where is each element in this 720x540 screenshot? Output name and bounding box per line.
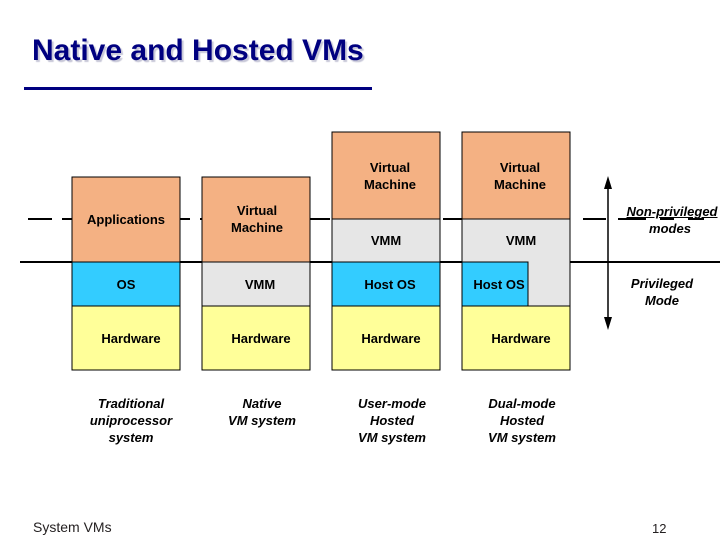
label-virtual-machine: Virtual Machine	[230, 203, 283, 235]
label-virtual-machine: Virtual Machine	[493, 160, 546, 192]
caption-dual-mode-hosted: Dual-mode Hosted VM system	[488, 396, 556, 445]
non-privileged-modes-label-line2: modes	[649, 221, 691, 236]
caption-native: Native VM system	[228, 396, 296, 428]
privileged-mode-label: Privileged Mode	[630, 276, 694, 308]
label-hardware: Hardware	[361, 331, 421, 346]
label-os: OS	[116, 277, 136, 292]
page-number: 12	[652, 521, 667, 536]
arrow-up-icon	[604, 176, 612, 189]
footer-section-title: System VMs	[33, 519, 112, 535]
label-vmm: VMM	[370, 233, 402, 248]
arrow-down-icon	[604, 317, 612, 330]
label-host-os: Host OS	[364, 277, 416, 292]
label-hardware: Hardware	[101, 331, 161, 346]
label-virtual-machine: Virtual Machine	[363, 160, 416, 192]
label-applications: Applications	[86, 212, 165, 227]
non-privileged-modes-label: Non-privileged	[626, 204, 718, 219]
label-vmm: VMM	[244, 277, 276, 292]
label-host-os: Host OS	[473, 277, 525, 292]
caption-user-mode-hosted: User-mode Hosted VM system	[358, 396, 426, 445]
label-hardware: Hardware	[231, 331, 291, 346]
label-hardware: Hardware	[491, 331, 551, 346]
label-vmm: VMM	[505, 233, 537, 248]
vm-diagram	[20, 131, 720, 371]
caption-traditional: Traditional uniprocessor system	[89, 396, 173, 445]
